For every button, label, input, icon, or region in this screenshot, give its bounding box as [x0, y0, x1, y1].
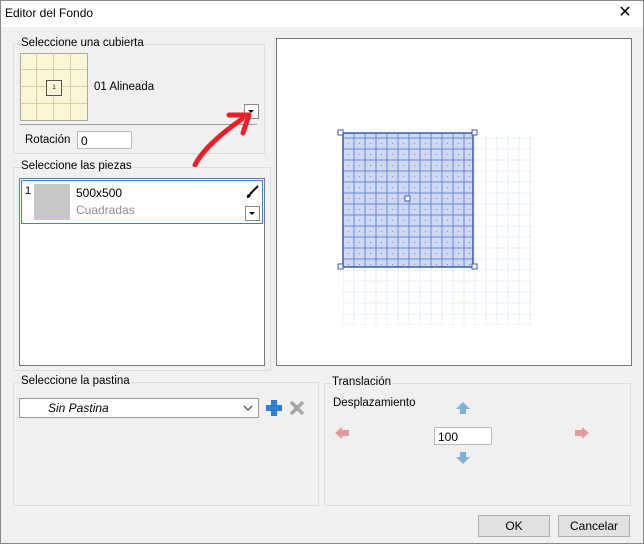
cover-group-label: Seleccione una cubierta	[20, 37, 145, 49]
piece-size: 500x500	[76, 186, 123, 200]
grout-group-label: Seleccione la pastina	[20, 375, 131, 387]
chevron-down-icon	[243, 405, 253, 411]
cover-tile-number: 1	[46, 80, 62, 96]
rotation-input[interactable]: 0	[77, 131, 132, 149]
rotation-label: Rotación	[25, 134, 71, 146]
editor-window: Editor del Fondo ✕ Seleccione una cubier…	[0, 0, 644, 544]
arrow-down-icon[interactable]	[456, 452, 470, 464]
grout-select[interactable]: Sin Pastina	[19, 398, 259, 418]
annotation-arrow-icon	[192, 112, 252, 167]
cover-thumbnail[interactable]: 1	[20, 53, 88, 121]
cancel-button[interactable]: Cancelar	[558, 515, 630, 537]
piece-thumbnail	[34, 184, 70, 220]
translation-group-label: Translación	[331, 376, 393, 388]
brush-icon[interactable]	[245, 185, 259, 199]
offset-input[interactable]: 100	[434, 427, 492, 445]
preview-canvas	[337, 129, 533, 325]
add-icon[interactable]	[266, 400, 282, 416]
list-item[interactable]: 1 500x500 Cuadradas	[21, 180, 263, 224]
title-bar: Editor del Fondo ✕	[1, 1, 643, 27]
ok-button[interactable]: OK	[478, 515, 550, 537]
pieces-group-label: Seleccione las piezas	[20, 160, 133, 172]
piece-dropdown-button[interactable]	[245, 206, 260, 221]
preview-panel[interactable]	[276, 38, 632, 366]
cover-name: 01 Alineada	[94, 81, 155, 93]
piece-shape: Cuadradas	[76, 203, 135, 217]
offset-label: Desplazamiento	[333, 397, 416, 409]
arrow-left-icon[interactable]	[335, 427, 349, 439]
arrow-right-icon[interactable]	[575, 427, 589, 439]
pieces-list[interactable]: 1 500x500 Cuadradas	[19, 178, 265, 366]
piece-index: 1	[25, 185, 32, 197]
arrow-up-icon[interactable]	[456, 402, 470, 414]
window-title: Editor del Fondo	[5, 6, 94, 20]
grout-selected-value: Sin Pastina	[48, 401, 109, 415]
delete-icon[interactable]	[289, 400, 305, 416]
close-icon[interactable]: ✕	[617, 4, 633, 22]
